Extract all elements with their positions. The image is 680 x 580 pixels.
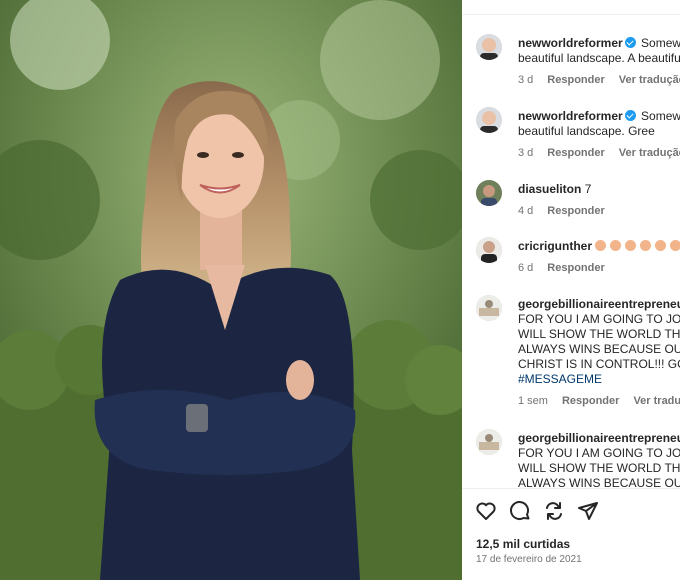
reply-button[interactable]: Responder — [547, 205, 604, 217]
comment-text: newworldreformer Somewh beautiful landsc… — [518, 109, 680, 139]
post-date: 17 de fevereiro de 2021 — [476, 554, 582, 565]
share-icon[interactable] — [542, 499, 566, 523]
comment-username[interactable]: newworldreformer — [518, 109, 623, 123]
comment-text: cricrigunther — [518, 239, 680, 254]
panel-top-divider — [462, 0, 680, 15]
paper-plane-icon[interactable] — [576, 499, 600, 523]
comment-username[interactable]: cricrigunther — [518, 239, 592, 253]
comment-text-line: FOR YOU I AM GOING TO JOIN — [518, 446, 680, 460]
comment-text-line: Somewh — [641, 36, 680, 50]
comment-text: diasueliton 7 — [518, 182, 680, 197]
avatar[interactable] — [476, 237, 502, 263]
comment-bubble-icon[interactable] — [508, 499, 532, 523]
comments-panel: newworldreformer Somewh beautiful landsc… — [462, 0, 680, 580]
comment-time: 6 d — [518, 262, 534, 274]
translate-button[interactable]: Ver tradução — [633, 395, 680, 407]
comment-item: newworldreformer Somewh beautiful landsc… — [462, 107, 680, 167]
hashtag-link[interactable]: #MESSAGEME — [518, 372, 680, 387]
comment-item: cricrigunther 6 d Responder — [462, 237, 680, 282]
verified-badge-icon — [624, 37, 636, 48]
comment-username[interactable]: newworldreformer — [518, 36, 623, 50]
comment-text-line: WILL SHOW THE WORLD THAT — [518, 461, 680, 475]
comment-meta: 3 dResponderVer tradução•• — [518, 74, 680, 86]
clapping-emoji-icon — [595, 239, 680, 253]
avatar[interactable] — [476, 34, 502, 60]
avatar[interactable] — [476, 295, 502, 321]
comment-username[interactable]: georgebillionaireentrepreneu — [518, 297, 680, 312]
comment-item: georgebillionaireentrepreneu FOR YOU I A… — [462, 429, 680, 488]
comment-meta: 6 d Responder — [518, 262, 619, 274]
translate-button[interactable]: Ver tradução — [619, 74, 680, 86]
comment-username[interactable]: georgebillionaireentrepreneu — [518, 431, 680, 446]
avatar[interactable] — [476, 107, 502, 133]
comment-item: diasueliton 7 4 d Responder — [462, 180, 680, 225]
comment-time: 4 d — [518, 205, 534, 217]
heart-icon[interactable] — [474, 499, 498, 523]
comment-text-line: FOR YOU I AM GOING TO JOIN — [518, 312, 680, 326]
avatar[interactable] — [476, 429, 502, 455]
comment-item: newworldreformer Somewh beautiful landsc… — [462, 34, 680, 94]
translate-button[interactable]: Ver tradução — [619, 147, 680, 159]
likes-count[interactable]: 12,5 mil curtidas — [476, 537, 570, 551]
post-footer: 12,5 mil curtidas 17 de fevereiro de 202… — [462, 488, 680, 580]
comment-text: newworldreformer Somewh beautiful landsc… — [518, 36, 680, 66]
comment-meta: 1 sem Responder Ver tradução — [518, 395, 680, 407]
verified-badge-icon — [624, 110, 636, 121]
reply-button[interactable]: Responder — [547, 147, 604, 159]
reply-button[interactable]: Responder — [547, 262, 604, 274]
comment-text-line: Somewh — [641, 109, 680, 123]
comment-item: georgebillionaireentrepreneu FOR YOU I A… — [462, 295, 680, 415]
comment-text: georgebillionaireentrepreneu FOR YOU I A… — [518, 297, 680, 387]
comment-text-line: ALWAYS WINS BECAUSE OUR L — [518, 476, 680, 488]
comment-text-line: ALWAYS WINS BECAUSE OUR L — [518, 342, 680, 356]
comment-text-line: beautiful landscape. A beautifu — [518, 51, 680, 65]
post-photo — [0, 0, 462, 580]
comment-text-line: WILL SHOW THE WORLD THAT — [518, 327, 680, 341]
comment-meta: 3 d Responder Ver tradução — [518, 147, 680, 159]
comment-text-line: 7 — [584, 182, 592, 196]
comment-list[interactable]: newworldreformer Somewh beautiful landsc… — [462, 14, 680, 488]
comment-time: 3 d — [518, 74, 534, 86]
reply-button[interactable]: Responder — [547, 74, 604, 86]
comment-meta: 4 d Responder — [518, 205, 619, 217]
comment-time: 3 d — [518, 147, 534, 159]
comment-text: georgebillionaireentrepreneu FOR YOU I A… — [518, 431, 680, 488]
comment-text-line: beautiful landscape. Gree — [518, 124, 655, 138]
reply-button[interactable]: Responder — [562, 395, 619, 407]
comment-username[interactable]: diasueliton — [518, 182, 581, 196]
avatar[interactable] — [476, 180, 502, 206]
comment-text-line: CHRIST IS IN CONTROL!!! GOD — [518, 357, 680, 371]
comment-time: 1 sem — [518, 395, 548, 407]
